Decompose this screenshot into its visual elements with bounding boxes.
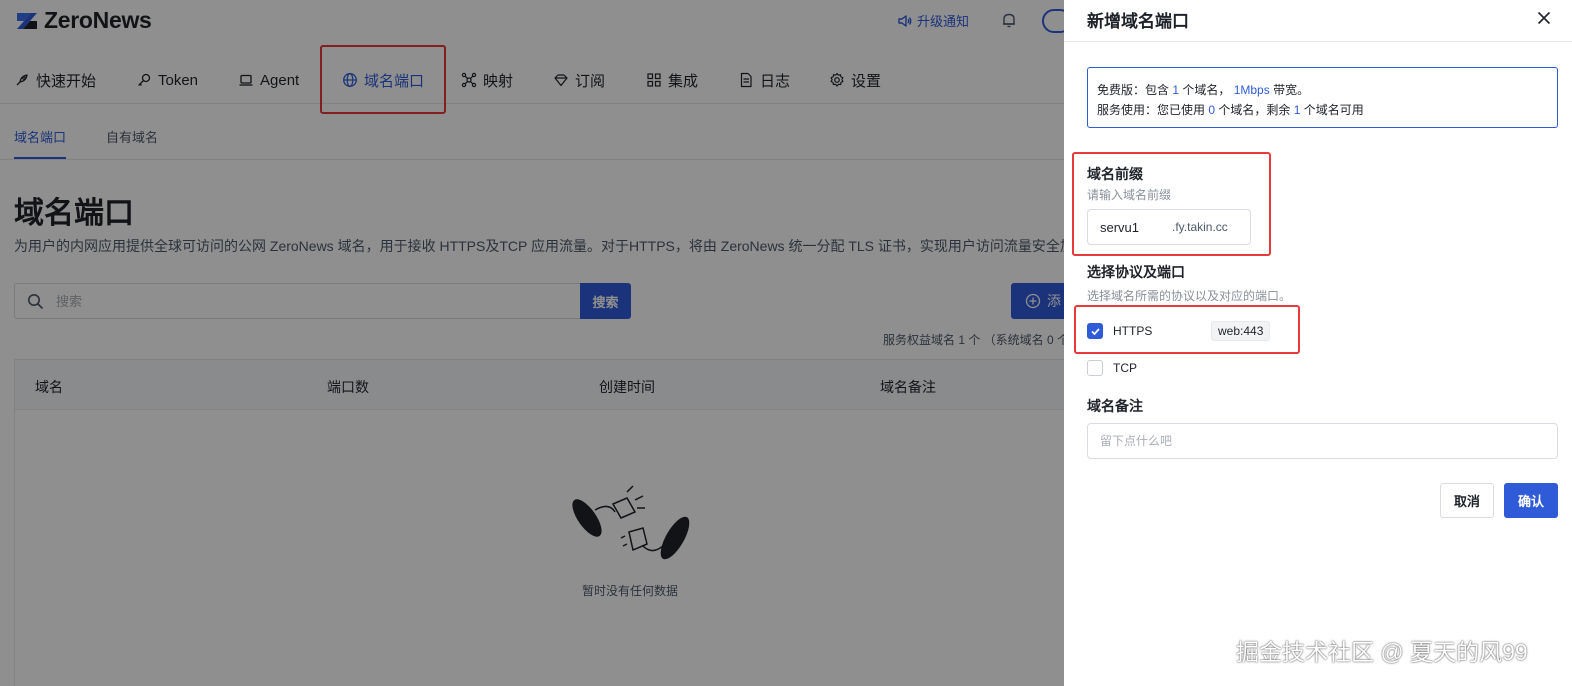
remark-field xyxy=(1087,423,1558,459)
watermark-text: 掘金技术社区 @ 夏天的风99 xyxy=(1236,639,1528,665)
add-domain-drawer: 新增域名端口 免费版：包含 1 个域名， 1Mbps 带宽。 服务使用：您已使用… xyxy=(1064,0,1572,686)
remark-input[interactable] xyxy=(1100,434,1540,448)
notice-line-usage: 服务使用：您已使用 0 个域名，剩余 1 个域名可用 xyxy=(1097,103,1364,117)
tcp-label: TCP xyxy=(1113,361,1137,375)
app-root: ZeroNews 升级通知 快速开始 Token Agent 域名端口 映射 订… xyxy=(0,0,1572,686)
notice-line-plan: 免费版：包含 1 个域名， 1Mbps 带宽。 xyxy=(1097,83,1310,97)
protocol-hint: 选择域名所需的协议以及对应的端口。 xyxy=(1087,289,1292,303)
drawer-title: 新增域名端口 xyxy=(1087,12,1189,31)
protocol-label: 选择协议及端口 xyxy=(1087,264,1185,280)
highlight-box-protocol xyxy=(1074,305,1300,354)
remark-label: 域名备注 xyxy=(1087,398,1143,414)
drawer-header: 新增域名端口 xyxy=(1064,0,1572,42)
highlight-box-prefix xyxy=(1072,152,1271,256)
confirm-button[interactable]: 确认 xyxy=(1504,483,1558,518)
modal-overlay[interactable] xyxy=(0,0,1064,686)
cancel-button[interactable]: 取消 xyxy=(1440,483,1494,518)
tcp-checkbox[interactable] xyxy=(1087,360,1103,376)
plan-notice: 免费版：包含 1 个域名， 1Mbps 带宽。 服务使用：您已使用 0 个域名，… xyxy=(1087,67,1558,128)
protocol-row-tcp: TCP xyxy=(1087,360,1211,376)
close-icon[interactable] xyxy=(1535,9,1553,27)
